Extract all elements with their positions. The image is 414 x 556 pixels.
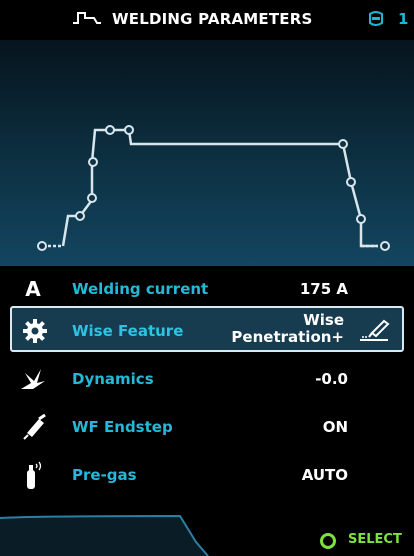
curve-point <box>87 193 97 203</box>
weld-curve-icon <box>73 12 101 24</box>
param-value: ON <box>322 418 348 436</box>
param-row-wise-feature[interactable]: Wise Feature Wise Penetration+ <box>10 306 404 352</box>
select-button[interactable]: SELECT <box>348 532 402 547</box>
gas-bottle-icon <box>18 460 48 490</box>
curve-point <box>105 125 115 135</box>
wise-penetration-icon <box>360 319 390 341</box>
select-knob-icon <box>320 533 336 549</box>
param-value-line2: Penetration+ <box>231 328 344 346</box>
gear-icon <box>20 316 50 346</box>
welding-torch-icon <box>18 412 48 442</box>
param-value: 175 A <box>299 280 348 298</box>
curve-point <box>356 214 366 224</box>
curve-point <box>75 211 85 221</box>
param-label: Pre-gas <box>72 466 137 484</box>
curve-point <box>124 125 134 135</box>
param-value: Wise Penetration+ <box>231 312 344 346</box>
param-label: Dynamics <box>72 370 154 388</box>
param-value-line1: Wise <box>303 311 344 329</box>
dynamics-icon <box>18 364 48 394</box>
param-row-pre-gas[interactable]: Pre-gas AUTO <box>0 452 414 498</box>
curve-point <box>346 177 356 187</box>
param-row-dynamics[interactable]: Dynamics -0.0 <box>0 356 414 402</box>
param-value: -0.0 <box>315 370 348 388</box>
ampere-icon: A <box>25 277 41 301</box>
param-label: WF Endstep <box>72 418 173 436</box>
curve-point <box>88 157 98 167</box>
header-bar: WELDING PARAMETERS 1 <box>0 0 414 40</box>
param-label: Wise Feature <box>72 322 184 340</box>
helmet-icon <box>369 11 383 26</box>
curve-point <box>37 241 47 251</box>
param-row-wf-endstep[interactable]: WF Endstep ON <box>0 404 414 450</box>
footer-bar: SELECT <box>0 512 414 556</box>
welding-curve-graph <box>0 40 414 266</box>
channel-number: 1 <box>398 10 409 28</box>
curve-point <box>338 139 348 149</box>
page-title: WELDING PARAMETERS <box>112 10 313 28</box>
curve-point <box>380 241 390 251</box>
param-label: Welding current <box>72 280 209 298</box>
param-value: AUTO <box>301 466 348 484</box>
